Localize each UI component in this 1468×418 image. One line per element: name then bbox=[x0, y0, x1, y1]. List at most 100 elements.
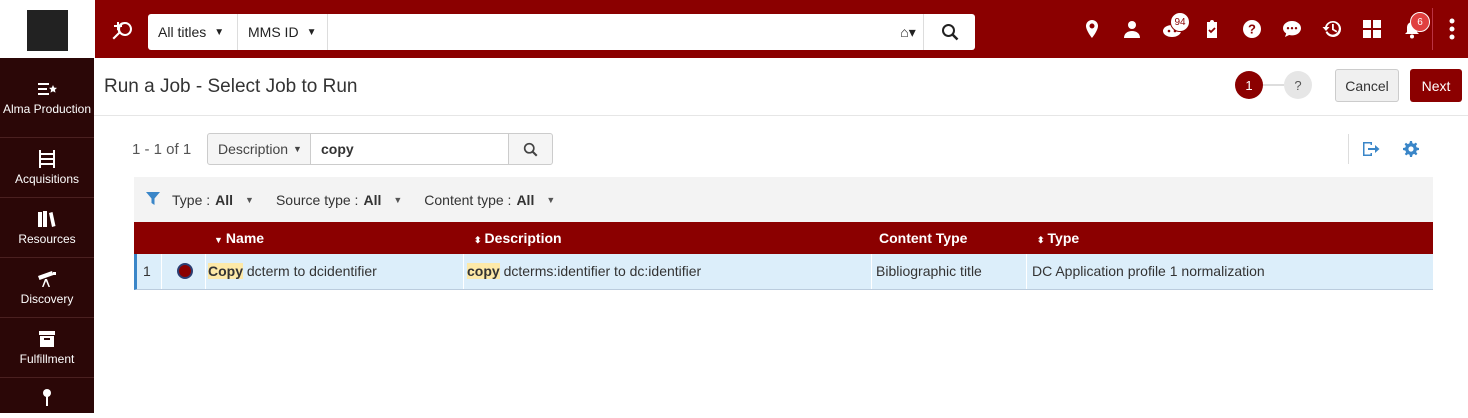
next-button[interactable]: Next bbox=[1410, 69, 1462, 102]
search-highlight: Copy bbox=[208, 263, 243, 279]
help-icon[interactable]: ? bbox=[1232, 0, 1272, 58]
filter-value: All bbox=[363, 191, 382, 208]
clipboard-icon[interactable] bbox=[1192, 0, 1232, 58]
search-field-value: MMS ID bbox=[248, 24, 299, 40]
cell-divider bbox=[161, 254, 162, 289]
job-type: DC Application profile 1 normalization bbox=[1032, 263, 1265, 279]
topbar-divider bbox=[1432, 8, 1433, 50]
acquisitions-icon bbox=[39, 149, 55, 168]
chevron-down-icon: ▼ bbox=[393, 194, 403, 205]
filter-label: Type : bbox=[172, 191, 211, 208]
notifications-icon[interactable]: 6 bbox=[1392, 0, 1432, 58]
column-header-label: Type bbox=[1047, 230, 1080, 246]
search-input[interactable] bbox=[328, 14, 893, 50]
search-scope-value: All titles bbox=[158, 24, 207, 40]
filter-label: Source type : bbox=[275, 191, 359, 208]
cancel-button[interactable]: Cancel bbox=[1335, 69, 1399, 102]
tasks-icon[interactable]: 94 bbox=[1152, 0, 1192, 58]
filter-value: All bbox=[215, 191, 234, 208]
sidebar-item-alma-production[interactable]: Alma Production bbox=[0, 58, 94, 138]
step-2: ? bbox=[1284, 71, 1312, 99]
chevron-down-icon: ▼ bbox=[245, 194, 254, 205]
filter-content-type[interactable]: Content type : All ▼ bbox=[424, 192, 555, 208]
job-search-input[interactable]: copy bbox=[311, 133, 509, 165]
sidebar-item-label: Alma Production bbox=[2, 101, 92, 116]
filter-source-type[interactable]: Source type : All ▼ bbox=[276, 192, 402, 208]
key-icon bbox=[43, 389, 51, 406]
sidebar-item-label: Resources bbox=[18, 231, 76, 246]
column-header-description[interactable]: ⬍ Description bbox=[474, 230, 562, 246]
chevron-down-icon: ▼ bbox=[293, 144, 302, 154]
search-field-label: Description bbox=[218, 141, 289, 157]
sidebar-item-label: Acquisitions bbox=[14, 171, 80, 186]
filter-value: All bbox=[516, 191, 535, 208]
sort-desc-icon: ▼ bbox=[214, 235, 223, 245]
row-select-radio[interactable] bbox=[177, 263, 193, 279]
column-header-type[interactable]: ⬍ Type bbox=[1037, 230, 1079, 246]
main-menu-sidebar: Alma Production Acquisitions Resources D… bbox=[0, 58, 94, 413]
page-header: Run a Job - Select Job to Run 1 ? Cancel… bbox=[94, 58, 1468, 116]
sidebar-item-label: Discovery bbox=[20, 291, 74, 306]
resources-icon bbox=[38, 210, 56, 227]
filter-icon[interactable] bbox=[146, 191, 160, 208]
widgets-icon[interactable] bbox=[1352, 0, 1392, 58]
gear-icon bbox=[1403, 141, 1419, 157]
cell-divider bbox=[1026, 254, 1027, 289]
search-field-dropdown[interactable]: MMS ID ▼ bbox=[238, 14, 328, 50]
tasks-count-badge: 94 bbox=[1170, 12, 1190, 32]
chat-icon[interactable] bbox=[1272, 0, 1312, 58]
top-icons: 94 ? 6 bbox=[1072, 0, 1432, 58]
row-index: 1 bbox=[143, 263, 151, 279]
search-icon bbox=[941, 24, 958, 41]
sidebar-item-more[interactable] bbox=[0, 378, 94, 418]
cell-divider bbox=[205, 254, 206, 289]
column-header-label: Content Type bbox=[879, 230, 968, 246]
add-search-icon[interactable] bbox=[112, 20, 136, 48]
search-highlight: copy bbox=[467, 263, 500, 279]
column-header-name[interactable]: ▼ Name bbox=[214, 230, 264, 246]
filter-bar: Type : All ▼ Source type : All ▼ Content typ… bbox=[134, 177, 1433, 222]
history-icon[interactable] bbox=[1312, 0, 1352, 58]
search-button[interactable] bbox=[923, 14, 975, 50]
sidebar-item-resources[interactable]: Resources bbox=[0, 198, 94, 258]
logo-area bbox=[0, 0, 95, 58]
column-header-label: Name bbox=[225, 230, 265, 246]
cell-divider bbox=[463, 254, 464, 289]
notifications-count-badge: 6 bbox=[1410, 12, 1430, 32]
page-title: Run a Job - Select Job to Run bbox=[104, 76, 358, 97]
institution-logo[interactable] bbox=[27, 10, 68, 51]
top-bar: All titles ▼ MMS ID ▼ ⌂▾ 94 ? 6 bbox=[0, 0, 1468, 58]
cell-divider bbox=[871, 254, 872, 289]
table-header: ▼ Name ⬍ Description Content Type ⬍ Type bbox=[134, 222, 1433, 254]
sidebar-item-discovery[interactable]: Discovery bbox=[0, 258, 94, 318]
search-scope-dropdown[interactable]: All titles ▼ bbox=[148, 14, 238, 50]
filter-label: Content type : bbox=[424, 191, 512, 208]
stepper-connector bbox=[1263, 84, 1284, 86]
filter-type[interactable]: Type : All ▼ bbox=[172, 192, 254, 208]
column-header-content-type[interactable]: Content Type bbox=[879, 230, 967, 246]
sort-icon: ⬍ bbox=[1037, 235, 1045, 245]
export-button[interactable] bbox=[1348, 134, 1392, 164]
sidebar-item-acquisitions[interactable]: Acquisitions bbox=[0, 138, 94, 198]
chevron-down-icon: ▼ bbox=[546, 194, 556, 205]
user-icon[interactable] bbox=[1112, 0, 1152, 58]
export-icon bbox=[1362, 142, 1379, 156]
chevron-down-icon: ▼ bbox=[306, 26, 317, 38]
table-settings-button[interactable] bbox=[1396, 134, 1426, 164]
step-1: 1 bbox=[1235, 71, 1263, 99]
location-pin-icon[interactable] bbox=[1072, 0, 1112, 58]
column-header-label: Description bbox=[484, 230, 562, 246]
sidebar-item-label: Fulfillment bbox=[19, 351, 75, 366]
svg-text:?: ? bbox=[1248, 22, 1256, 37]
result-count: 1 - 1 of 1 bbox=[132, 141, 192, 158]
chevron-down-icon: ▼ bbox=[214, 26, 225, 38]
job-name-text: dcterm to dcidentifier bbox=[243, 263, 377, 279]
table-row[interactable]: 1 Copy dcterm to dcidentifier copy dcter… bbox=[134, 254, 1433, 290]
search-field-select[interactable]: Description ▼ bbox=[207, 133, 311, 165]
job-search-button[interactable] bbox=[508, 133, 553, 165]
discovery-icon bbox=[38, 270, 56, 287]
job-name[interactable]: Copy dcterm to dcidentifier bbox=[208, 263, 377, 279]
more-vertical-icon[interactable] bbox=[1436, 0, 1468, 58]
sidebar-item-fulfillment[interactable]: Fulfillment bbox=[0, 318, 94, 378]
home-icon[interactable]: ⌂▾ bbox=[893, 24, 923, 41]
